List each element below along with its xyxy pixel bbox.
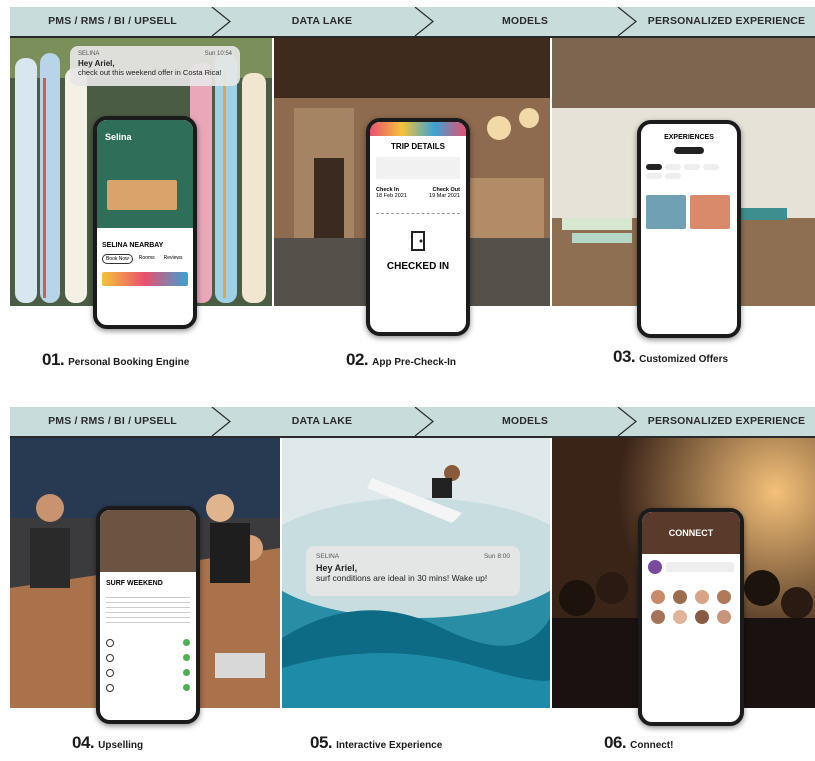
- checked-in-status: CHECKED IN: [386, 261, 450, 272]
- panels-row-1: SELINA Sun 10:54 Hey Ariel, check out thi…: [10, 38, 815, 338]
- avatar[interactable]: [695, 590, 709, 604]
- row-1: PMS / RMS / BI / UPSELL DATA LAKE MODELS…: [10, 7, 815, 377]
- avatar[interactable]: [651, 590, 665, 604]
- phone-connect: CONNECT: [638, 508, 744, 726]
- step-models: MODELS: [501, 415, 549, 427]
- tab-reviews[interactable]: Reviews: [161, 254, 186, 264]
- caption-4: 04. Upselling: [72, 733, 144, 752]
- avatar[interactable]: [651, 610, 665, 624]
- chevron-right-icon: [617, 407, 637, 436]
- caption-3: 03. Customized Offers: [613, 347, 729, 366]
- step-pms: PMS / RMS / BI / UPSELL: [48, 15, 177, 27]
- notification-body: surf conditions are ideal in 30 mins! Wa…: [316, 573, 488, 583]
- notification-title: Hey Ariel,: [316, 563, 358, 573]
- notification-time: Sun 8:00: [483, 553, 510, 560]
- chevron-right-icon: [211, 7, 231, 36]
- connect-title: CONNECT: [642, 512, 740, 554]
- door-icon: [370, 230, 466, 257]
- trip-details-title: TRIP DETAILS: [391, 142, 445, 151]
- phone-experiences: EXPERIENCES: [637, 120, 741, 338]
- avatar[interactable]: [717, 610, 731, 624]
- pipeline-bar-2: PMS / RMS / BI / UPSELL DATA LAKE MODELS…: [10, 407, 815, 438]
- chevron-right-icon: [414, 7, 434, 36]
- push-notification[interactable]: SELINA Sun 8:00 Hey Ariel, surf condition…: [306, 546, 520, 596]
- brand-name: SELINA NEARBAY: [102, 242, 164, 249]
- experiences-title: EXPERIENCES: [664, 134, 714, 141]
- step-data-lake: DATA LAKE: [291, 415, 353, 427]
- notification-title: Hey Ariel,: [78, 59, 115, 68]
- avatar[interactable]: [673, 610, 687, 624]
- chevron-right-icon: [617, 7, 637, 36]
- surf-weekend-title: SURF WEEKEND: [106, 580, 163, 587]
- phone-title: Selina: [105, 132, 132, 142]
- phone-booking-engine: Selina SELINA NEARBAY Book Now Rooms Rev…: [93, 116, 197, 329]
- tab-rooms[interactable]: Rooms: [136, 254, 158, 264]
- decorative-pattern: [102, 272, 188, 286]
- chevron-right-icon: [211, 407, 231, 436]
- phone-pre-check-in: TRIP DETAILS Check In 18 Feb 2021 Check O…: [366, 118, 470, 336]
- step-personalized: PERSONALIZED EXPERIENCE: [647, 15, 806, 27]
- row-2: PMS / RMS / BI / UPSELL DATA LAKE MODELS…: [10, 407, 815, 761]
- pipeline-bar-1: PMS / RMS / BI / UPSELL DATA LAKE MODELS…: [10, 7, 815, 38]
- app-name: SELINA: [316, 553, 340, 560]
- step-pms: PMS / RMS / BI / UPSELL: [48, 415, 177, 427]
- step-data-lake: DATA LAKE: [291, 15, 353, 27]
- caption-2: 02. App Pre-Check-In: [346, 350, 457, 369]
- tab-book-now[interactable]: Book Now: [102, 254, 133, 264]
- step-models: MODELS: [501, 15, 549, 27]
- phone-upselling: SURF WEEKEND: [96, 506, 200, 724]
- caption-6: 06. Connect!: [604, 733, 674, 752]
- notification-body: check out this weekend offer in Costa Ri…: [78, 68, 222, 77]
- step-personalized: PERSONALIZED EXPERIENCE: [647, 415, 806, 427]
- chevron-right-icon: [414, 407, 434, 436]
- notification-time: Sun 10:54: [204, 51, 232, 57]
- phone-hero-image: Selina: [97, 120, 193, 228]
- avatar: [648, 560, 662, 574]
- push-notification[interactable]: SELINA Sun 10:54 Hey Ariel, check out thi…: [70, 46, 240, 86]
- caption-1: 01. Personal Booking Engine: [42, 350, 190, 369]
- avatar[interactable]: [673, 590, 687, 604]
- checkout-date: 19 Mar 2021: [429, 193, 460, 199]
- caption-5: 05. Interactive Experience: [310, 733, 443, 752]
- avatar[interactable]: [695, 610, 709, 624]
- panels-row-2: SURF WEEKEND SELINA Sun 8:00 Hey Ariel, s…: [10, 438, 815, 726]
- avatar[interactable]: [717, 590, 731, 604]
- checkin-date: 18 Feb 2021: [376, 193, 407, 199]
- app-name: SELINA: [78, 51, 100, 57]
